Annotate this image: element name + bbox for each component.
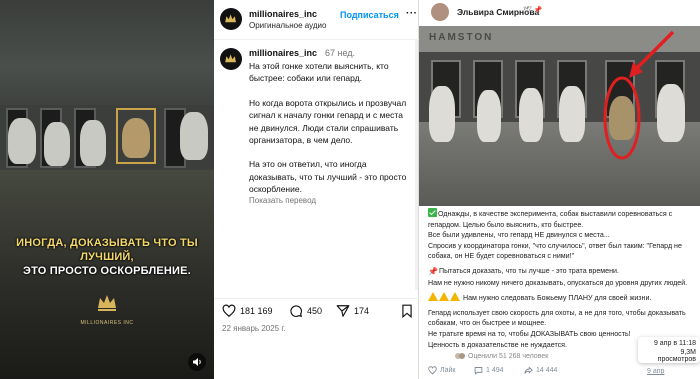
reactions-summary[interactable]: Оценили 51 268 человек [455, 352, 548, 360]
scrollbar[interactable] [415, 40, 418, 290]
greyhound [80, 120, 106, 166]
greyhound [8, 118, 36, 164]
comment-paragraph: На это он ответил, что иногда доказывать… [249, 159, 407, 195]
post-text: Однажды, в качестве эксперимента, собак … [428, 208, 696, 350]
share-icon [524, 366, 533, 374]
warning-icon [450, 292, 460, 302]
greyhound [44, 122, 70, 166]
show-translation-link[interactable]: Показать перевод [249, 196, 316, 205]
send-icon [336, 305, 350, 317]
screen: ИНОГДА, ДОКАЗЫВАТЬ ЧТО ТЫ ЛУЧШИЙ, ЭТО ПР… [0, 0, 700, 379]
post-line-text: Все были удивлены, что гепард НЕ двинулс… [428, 231, 610, 240]
post-line-text: Не тратьте время на то, чтобы ДОКАЗЫВАТЬ… [428, 329, 631, 338]
avatar[interactable] [220, 8, 242, 30]
post-line: Однажды, в качестве эксперимента, собак … [428, 208, 696, 230]
pin-icon: 📌 [428, 266, 438, 276]
date-tooltip: 9 апр в 11:18 9,3M просмотров [638, 337, 700, 363]
reel-background [0, 0, 214, 110]
author-badges: 🕊 📌 [523, 7, 543, 14]
warning-icon [428, 292, 438, 302]
post-header: millionaires_inc Оригинальное аудио Подп… [214, 0, 419, 40]
share-button[interactable]: 14 444 [524, 366, 557, 375]
post-line: 📌Пытаться доказать, что ты лучше - это т… [428, 266, 696, 278]
post-image[interactable]: HAMSTON [419, 26, 700, 206]
comment-count: 450 [307, 306, 323, 316]
action-bar: 181 169 450 174 [214, 298, 419, 324]
more-options-button[interactable]: ··· [406, 8, 418, 19]
avatar[interactable] [220, 48, 242, 70]
reel-caption: ИНОГДА, ДОКАЗЫВАТЬ ЧТО ТЫ ЛУЧШИЙ, ЭТО ПР… [6, 236, 208, 278]
crown-logo-icon [98, 295, 116, 311]
comment-button[interactable]: 450 [289, 304, 322, 318]
post-date[interactable]: 22 январь 2025 г. [222, 324, 286, 333]
post-line-text: Пытаться доказать, что ты лучше - это тр… [438, 266, 619, 275]
comment-count: 1 494 [486, 367, 504, 374]
post-line: Все были удивлены, что гепард НЕ двинулс… [428, 230, 696, 241]
sound-button[interactable] [188, 353, 206, 371]
post-line-text: Гепард использует свою скорость для охот… [428, 308, 686, 328]
post-line-text: Нам нужно следовать Божьему ПЛАНУ для св… [462, 294, 652, 303]
reel-video[interactable]: ИНОГДА, ДОКАЗЫВАТЬ ЧТО ТЫ ЛУЧШИЙ, ЭТО ПР… [0, 0, 214, 379]
comment-body: На этой гонке хотели выяснить, кто быстр… [249, 60, 414, 208]
comment-paragraph: На этой гонке хотели выяснить, кто быстр… [249, 61, 389, 84]
save-button[interactable] [400, 304, 414, 318]
checkmark-icon [428, 208, 437, 217]
comment-button[interactable]: 1 494 [474, 366, 504, 375]
post-line: Нам не нужно никому ничего доказывать, о… [428, 278, 696, 289]
caption-comment: millionaires_inc 67 нед. На этой гонке х… [214, 40, 419, 280]
greyhound [180, 112, 208, 160]
post-line: Гепард использует свою скорость для охот… [428, 308, 696, 329]
comment-username[interactable]: millionaires_inc [249, 48, 317, 58]
audio-link[interactable]: Оригинальное аудио [249, 21, 326, 30]
post-line-text: Спросив у координатора гонки, "что случи… [428, 241, 682, 261]
speaker-icon [193, 358, 201, 366]
username-link[interactable]: millionaires_inc [249, 9, 317, 19]
like-label: Лайк [440, 367, 456, 374]
caption-line-2: ЭТО ПРОСТО ОСКОРБЛЕНИЕ. [23, 265, 191, 277]
follow-button[interactable]: Подписаться [340, 10, 399, 20]
post-line: Нам нужно следовать Божьему ПЛАНУ для св… [428, 292, 696, 304]
bookmark-icon [402, 304, 412, 318]
tooltip-datetime: 9 апр в 11:18 [653, 340, 696, 347]
comment-time[interactable]: 67 нед. [325, 48, 355, 58]
tooltip-views: 9,3M просмотров [657, 349, 696, 363]
comment-paragraph: Но когда ворота открылись и прозвучал си… [249, 97, 407, 146]
like-button[interactable]: 181 169 [222, 304, 273, 318]
avatar[interactable] [431, 3, 449, 21]
heart-icon [222, 304, 236, 318]
share-count: 14 444 [536, 367, 558, 374]
post-date-link[interactable]: 9 апр [647, 368, 664, 375]
post-line-text: Однажды, в качестве эксперимента, собак … [428, 210, 673, 229]
comment-icon [474, 367, 483, 375]
vk-post-header: Эльвира Смирнова 🕊 📌 [419, 0, 700, 26]
logo-text: MILLIONAIRES INC [80, 320, 134, 326]
instagram-panel: millionaires_inc Оригинальное аудио Подп… [214, 0, 419, 379]
rated-count: Оценили 51 268 человек [468, 352, 549, 360]
post-line: Спросив у координатора гонки, "что случи… [428, 241, 696, 262]
caption-line-1: ИНОГДА, ДОКАЗЫВАТЬ ЧТО ТЫ ЛУЧШИЙ, [16, 237, 198, 263]
reaction-avatars-icon [455, 353, 465, 359]
vk-post: Эльвира Смирнова 🕊 📌 HAMSTON Однажды, в … [419, 0, 700, 379]
share-button[interactable]: 174 [336, 304, 369, 318]
heart-icon [428, 366, 437, 375]
warning-icon [439, 292, 449, 302]
post-line-text: Нам не нужно никому ничего доказывать, о… [428, 278, 688, 287]
like-button[interactable]: Лайк [428, 366, 455, 375]
cheetah-highlight [116, 108, 156, 164]
crown-icon [225, 54, 237, 63]
share-count: 174 [354, 306, 370, 316]
red-annotation [603, 30, 675, 160]
crown-icon [225, 14, 237, 23]
comment-icon [290, 305, 303, 318]
post-line-text: Ценность в доказательстве не нуждается. [428, 340, 567, 349]
like-count: 181 169 [240, 306, 273, 316]
